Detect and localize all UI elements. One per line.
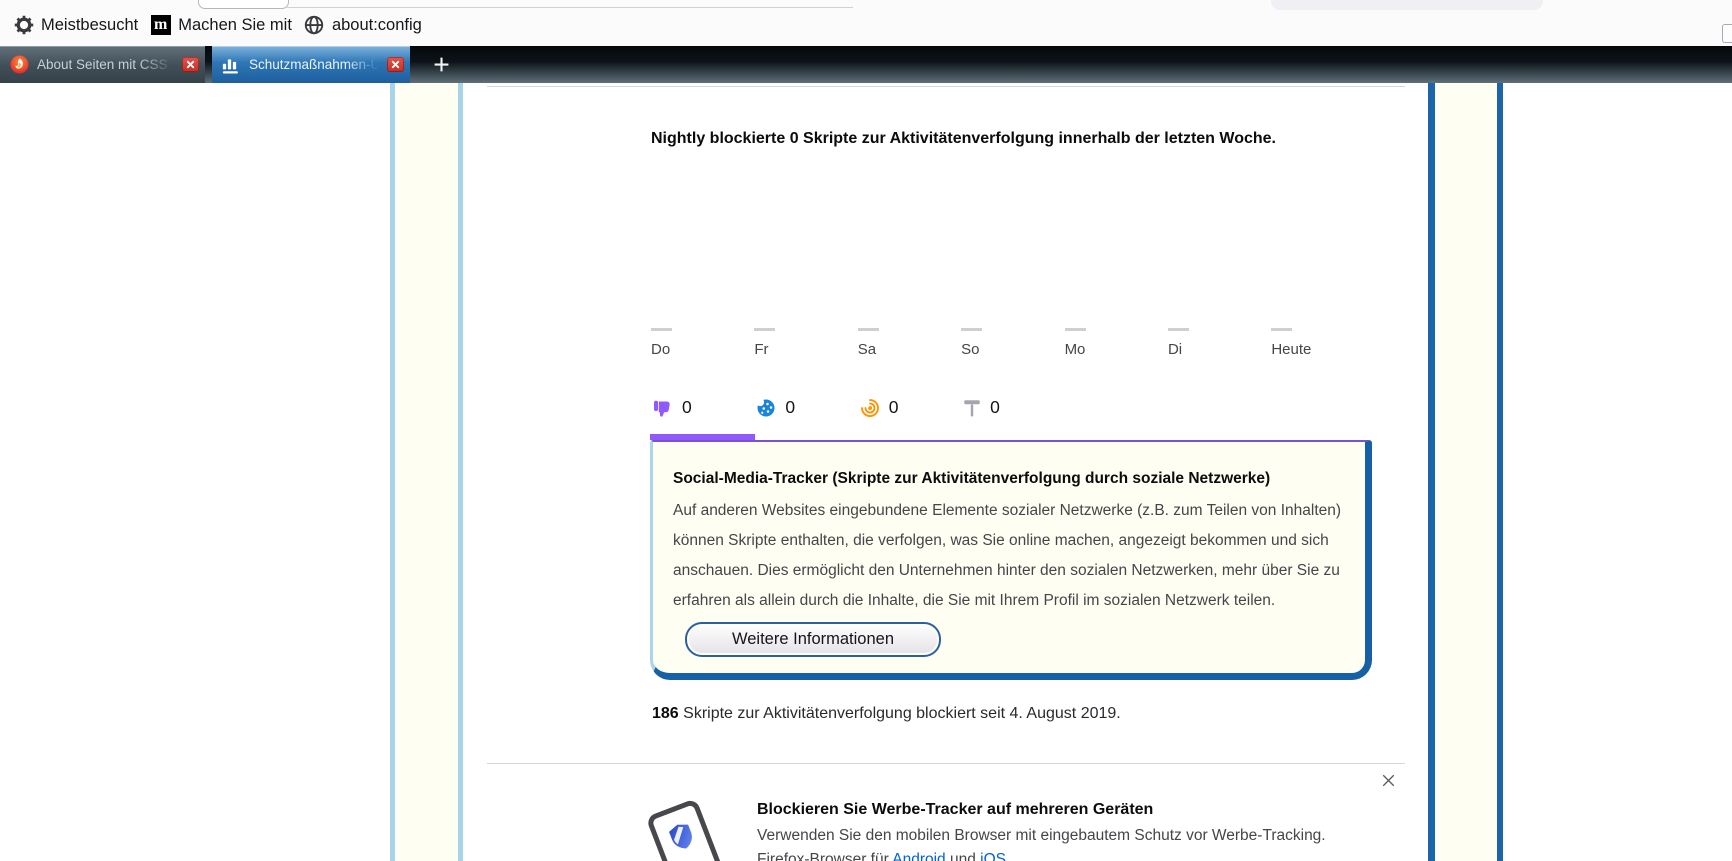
- day-label: Heute: [1271, 341, 1312, 358]
- graph-zero-bar: [1064, 328, 1086, 331]
- category-fingerprinter[interactable]: 0: [860, 397, 963, 418]
- card-description-line: Auf anderen Websites eingebundene Elemen…: [673, 502, 1342, 519]
- section-divider: [487, 86, 1405, 87]
- mobile-promo-text: Firefox-Browser für: [757, 851, 893, 861]
- bookmark-about-config[interactable]: about:config: [304, 15, 422, 36]
- social-media-tracker-card: Social-Media-Tracker (Skripte zur Aktivi…: [650, 440, 1372, 680]
- card-description-line: erfahren als allein durch die Inhalte, d…: [673, 592, 1276, 609]
- weitere-informationen-button[interactable]: Weitere Informationen: [685, 622, 941, 657]
- mobile-promo-title: Blockieren Sie Werbe-Tracker auf mehrere…: [757, 801, 1154, 818]
- toolbar-overflow-button[interactable]: [1722, 24, 1732, 43]
- card-description-line: können Skripte enthalten, die verfolgen,…: [673, 532, 1329, 549]
- ios-link[interactable]: iOS: [980, 851, 1006, 861]
- day-label: So: [961, 341, 980, 358]
- bookmark-machen-sie-mit[interactable]: m Machen Sie mit: [150, 15, 292, 36]
- android-link[interactable]: Android: [892, 851, 945, 861]
- fingerprint-icon: [860, 398, 879, 417]
- tab-schutzmassnahmen[interactable]: Schutzmaßnahmen-Ü: [212, 46, 410, 83]
- m-badge-icon: m: [150, 15, 171, 36]
- globe-icon: [304, 15, 325, 36]
- toolbar-divider: [287, 7, 853, 8]
- tab-close-icon[interactable]: [182, 57, 199, 72]
- bar-chart-icon: [221, 55, 241, 75]
- category-cryptominer[interactable]: 0: [963, 397, 1066, 418]
- graph-zero-bar: [961, 328, 983, 331]
- bookmarks-toolbar: Meistbesucht m Machen Sie mit about:conf…: [13, 12, 434, 38]
- category-social-media-tracker[interactable]: 0: [653, 397, 756, 418]
- searchbar-fragment[interactable]: [1271, 0, 1543, 10]
- hammer-icon: [964, 399, 980, 416]
- category-count: 0: [682, 397, 692, 417]
- section-divider: [487, 763, 1405, 764]
- bookmark-label: about:config: [331, 15, 422, 34]
- bookmark-meistbesucht[interactable]: Meistbesucht: [13, 15, 138, 36]
- blocked-since-stats: 186 Skripte zur Aktivitätenverfolgung bl…: [652, 705, 1121, 723]
- tab-close-icon[interactable]: [387, 57, 404, 72]
- mobile-phone-shield-icon: [645, 797, 726, 861]
- protections-page: Nightly blockierte 0 Skripte zur Aktivit…: [0, 83, 1732, 861]
- gear-icon: [13, 15, 34, 36]
- weekly-graph: Do Fr Sa So Mo Di Heute: [651, 328, 1375, 358]
- urlbar-fragment[interactable]: [198, 0, 289, 9]
- mobile-promo-text: Verwenden Sie den mobilen Browser mit ei…: [757, 827, 1326, 844]
- graph-day-column: Di: [1167, 328, 1271, 358]
- graph-day-column: Heute: [1271, 328, 1374, 358]
- graph-zero-bar: [1271, 328, 1293, 331]
- day-label: Mo: [1064, 341, 1086, 358]
- card-description: Auf anderen Websites eingebundene Elemen…: [673, 496, 1345, 616]
- tab-about-seiten-mit-css[interactable]: About Seiten mit CSS: [0, 46, 205, 83]
- day-label: Di: [1167, 341, 1183, 358]
- card-description-line: anschauen. Dies ermöglicht den Unternehm…: [673, 562, 1340, 579]
- new-tab-button[interactable]: [428, 50, 454, 78]
- graph-day-column: Do: [651, 328, 754, 358]
- graph-day-column: Sa: [857, 328, 961, 358]
- blocked-text: Skripte zur Aktivitätenverfolgung blocki…: [678, 705, 1121, 722]
- mobile-promo-links: Firefox-Browser für Android und iOS.: [757, 851, 1010, 861]
- category-count: 0: [990, 397, 1000, 417]
- bookmark-label: Meistbesucht: [41, 15, 139, 34]
- day-label: Sa: [857, 341, 877, 358]
- browser-window: Meistbesucht m Machen Sie mit about:conf…: [0, 0, 1732, 861]
- close-icon[interactable]: [1379, 771, 1397, 789]
- graph-zero-bar: [754, 328, 776, 331]
- cookie-icon: [756, 397, 775, 416]
- graph-heading: Nightly blockierte 0 Skripte zur Aktivit…: [651, 130, 1276, 147]
- tab-title: Schutzmaßnahmen-Ü: [249, 57, 381, 72]
- graph-zero-bar: [1167, 328, 1189, 331]
- category-count: 0: [888, 397, 899, 417]
- graph-day-column: Fr: [754, 328, 857, 358]
- nightly-flame-icon: [9, 55, 29, 75]
- mobile-promo-text: und: [945, 851, 981, 861]
- tracker-category-bar: 0 0 0 0: [653, 397, 1067, 418]
- right-note-column: [1428, 83, 1503, 861]
- blocked-count: 186: [652, 705, 679, 722]
- graph-zero-bar: [857, 328, 879, 331]
- mobile-promo-text: .: [1006, 851, 1011, 861]
- graph-zero-bar: [651, 328, 672, 331]
- thumbs-down-icon: [654, 400, 670, 417]
- tab-title: About Seiten mit CSS: [37, 57, 168, 72]
- day-label: Fr: [754, 341, 769, 358]
- day-label: Do: [651, 341, 671, 358]
- graph-day-column: So: [961, 328, 1064, 358]
- tab-bar: About Seiten mit CSS Schutzmaßnahmen-Ü: [0, 46, 1732, 83]
- category-cookies[interactable]: 0: [756, 397, 859, 418]
- card-title: Social-Media-Tracker (Skripte zur Aktivi…: [673, 470, 1271, 487]
- graph-day-column: Mo: [1064, 328, 1168, 358]
- left-note-column: [390, 83, 463, 861]
- navigation-toolbar: Meistbesucht m Machen Sie mit about:conf…: [0, 0, 1732, 46]
- bookmark-label: Machen Sie mit: [178, 15, 292, 34]
- category-count: 0: [785, 397, 796, 417]
